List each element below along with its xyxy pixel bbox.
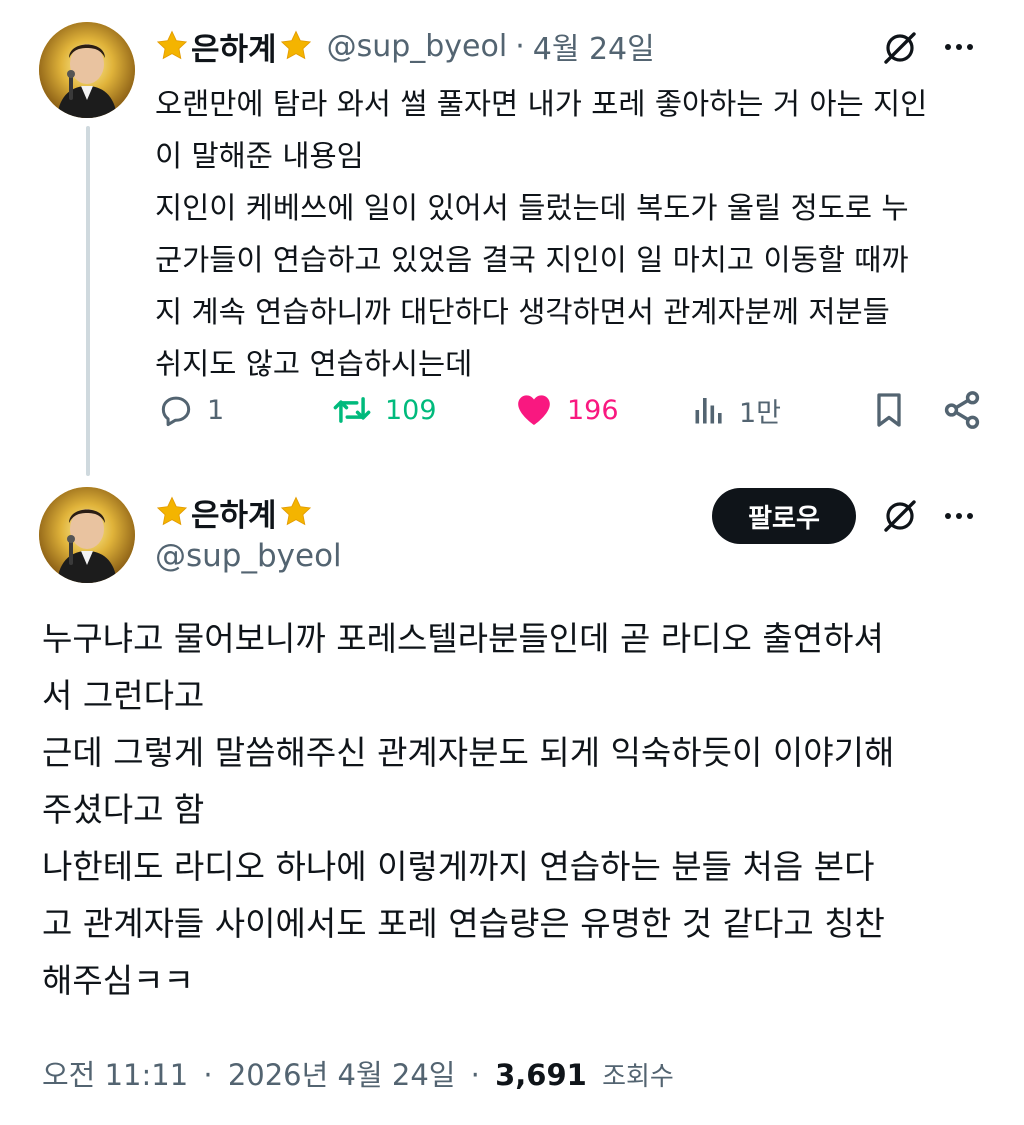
retweet-button[interactable]: 109	[331, 385, 437, 435]
views-label: 조회수	[602, 1062, 674, 1092]
tweet2-header: 은하계	[155, 490, 313, 534]
views-count: 1만	[739, 397, 782, 429]
grok-icon[interactable]	[880, 28, 920, 68]
separator: ·	[203, 1058, 213, 1092]
separator: ·	[515, 28, 525, 64]
tweet-line: 누구냐고 물어보니까 포레스텔라분들인데 곧 라디오 출연하셔	[42, 619, 884, 658]
retweet-count: 109	[385, 394, 437, 426]
avatar-image	[39, 22, 135, 118]
separator: ·	[470, 1058, 480, 1092]
tweet-line: 지 계속 연습하니까 대단하다 생각하면서 관계자분께 저분들	[155, 295, 890, 329]
avatar[interactable]	[39, 22, 135, 118]
like-button[interactable]: 196	[513, 385, 619, 435]
views-icon	[695, 398, 722, 424]
avatar[interactable]	[39, 487, 135, 583]
more-icon[interactable]	[945, 44, 973, 50]
like-icon	[518, 395, 550, 425]
like-count: 196	[567, 394, 619, 426]
tweet-full-date[interactable]: 2026년 4월 24일	[228, 1058, 456, 1092]
tweet-line: 고 관계자들 사이에서도 포레 연습량은 유명한 것 같다고 칭찬	[42, 904, 885, 943]
handle[interactable]: @sup_byeol	[327, 29, 508, 64]
reply-icon	[161, 396, 191, 427]
reply-count: 1	[207, 394, 225, 426]
tweet1-actions: 1 109 196 1만	[155, 385, 995, 435]
grok-icon[interactable]	[880, 496, 920, 536]
tweet-line: 군가들이 연습하고 있었음 결국 지인이 일 마치고 이동할 때까	[155, 243, 909, 277]
tweet2-text: 누구냐고 물어보니까 포레스텔라분들인데 곧 라디오 출연하셔 서 그런다고 근…	[42, 610, 1002, 1009]
display-name[interactable]: 은하계	[191, 490, 277, 535]
tweet-line: 오랜만에 탐라 와서 썰 풀자면 내가 포레 좋아하는 거 아는 지인	[155, 87, 928, 121]
share-icon[interactable]	[941, 389, 983, 431]
tweet-line: 주셨다고 함	[42, 790, 205, 829]
tweet-line: 해주심ㅋㅋ	[42, 961, 194, 1000]
tweet-meta: 오전 11:11 · 2026년 4월 24일 · 3,691 조회수	[42, 1052, 674, 1094]
avatar-image	[39, 487, 135, 583]
views-button[interactable]: 1만	[691, 385, 781, 435]
star-icon	[155, 29, 189, 63]
tweet-line: 서 그런다고	[42, 676, 205, 715]
tweet1-text: 오랜만에 탐라 와서 썰 풀자면 내가 포레 좋아하는 거 아는 지인 이 말해…	[155, 78, 995, 390]
bookmark-icon[interactable]	[869, 389, 909, 431]
star-icon	[155, 495, 189, 529]
handle[interactable]: @sup_byeol	[155, 538, 342, 574]
tweet-time[interactable]: 오전 11:11	[42, 1058, 188, 1092]
tweet-date[interactable]: 4월 24일	[533, 24, 655, 68]
thread-connector	[86, 126, 90, 476]
follow-button[interactable]: 팔로우	[712, 488, 856, 544]
star-icon	[279, 495, 313, 529]
retweet-icon	[333, 397, 371, 423]
tweet-line: 나한테도 라디오 하나에 이렇게까지 연습하는 분들 처음 본다	[42, 847, 875, 886]
more-icon[interactable]	[945, 513, 973, 519]
reply-button[interactable]: 1	[157, 385, 224, 435]
tweet1-header: 은하계 @sup_byeol · 4월 24일	[155, 24, 655, 68]
tweet-line: 지인이 케베쓰에 일이 있어서 들렀는데 복도가 울릴 정도로 누	[155, 191, 909, 225]
tweet-line: 이 말해준 내용임	[155, 139, 364, 173]
display-name[interactable]: 은하계	[191, 24, 277, 69]
tweet-line: 쉬지도 않고 연습하시는데	[155, 347, 473, 381]
star-icon	[279, 29, 313, 63]
views-number: 3,691	[495, 1058, 587, 1092]
tweet-line: 근데 그렇게 말씀해주신 관계자분도 되게 익숙하듯이 이야기해	[42, 733, 895, 772]
